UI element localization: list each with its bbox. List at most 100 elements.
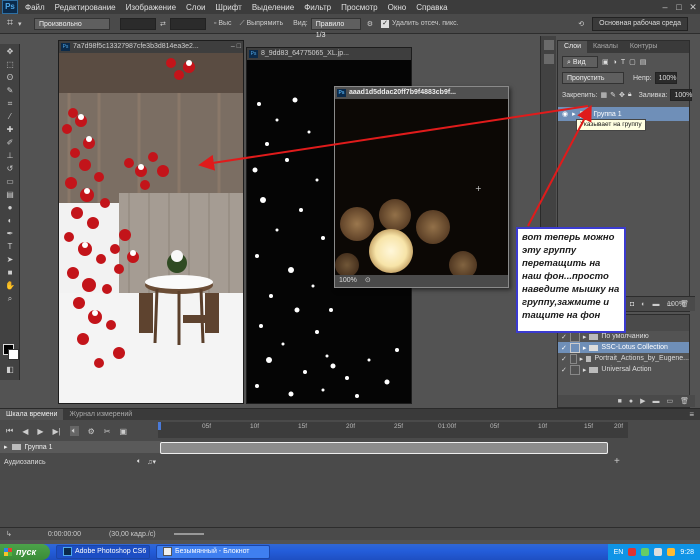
- menu-type[interactable]: Шрифт: [210, 3, 246, 12]
- blur-tool-icon[interactable]: ●: [3, 202, 17, 213]
- crop-tool-icon[interactable]: ⌗: [3, 98, 17, 109]
- stamp-tool-icon[interactable]: ⊥: [3, 150, 17, 161]
- blend-mode-select[interactable]: Пропустить: [562, 72, 624, 84]
- menu-file[interactable]: Файл: [20, 3, 50, 12]
- action-row-portrait[interactable]: ✓ ▸ Portrait_Actions_by_Eugene...: [558, 353, 689, 364]
- healing-tool-icon[interactable]: ✚: [3, 124, 17, 135]
- brush-tool-icon[interactable]: ✐: [3, 137, 17, 148]
- type-tool-icon[interactable]: T: [3, 241, 17, 252]
- taskbar-item-photoshop[interactable]: Adobe Photoshop CS6: [56, 545, 150, 559]
- clear-icon[interactable]: ▫: [214, 20, 216, 27]
- filter-smart-icon[interactable]: ▤: [640, 58, 647, 66]
- tool-preset-chevron-icon[interactable]: ▾: [18, 20, 28, 28]
- action-chevron-icon[interactable]: ▸: [583, 366, 587, 374]
- pen-tool-icon[interactable]: ✒: [3, 228, 17, 239]
- tray-app-icon[interactable]: [667, 548, 676, 556]
- action-toggle-icon[interactable]: [569, 331, 580, 342]
- taskbar-item-notepad[interactable]: Безымянный - Блокнот: [156, 545, 270, 559]
- action-toggle-icon[interactable]: [569, 342, 580, 353]
- add-mask-icon[interactable]: ◘: [630, 301, 634, 308]
- play-action-icon[interactable]: ▶: [640, 397, 645, 405]
- visibility-eye-icon[interactable]: ◉: [562, 110, 568, 118]
- properties-panel-icon[interactable]: [544, 54, 554, 64]
- stop-action-icon[interactable]: ■: [618, 398, 622, 405]
- audio-mute-icon[interactable]: 🔈︎: [137, 458, 141, 466]
- close-icon[interactable]: ✕: [686, 2, 700, 13]
- render-icon[interactable]: ↳: [6, 530, 12, 538]
- action-check-icon[interactable]: ✓: [561, 344, 567, 352]
- straighten-icon[interactable]: ⟋: [240, 20, 245, 28]
- height-field[interactable]: [169, 17, 206, 30]
- layer-filter-select[interactable]: ⌕ Вид: [562, 56, 598, 68]
- new-group-icon[interactable]: ▬: [652, 301, 659, 308]
- action-check-icon[interactable]: ✓: [561, 366, 567, 374]
- menu-view[interactable]: Просмотр: [336, 3, 383, 12]
- document-tab-bokeh[interactable]: Ps aaad1d5ddac20ff7b9f4883cb9f...: [335, 87, 508, 99]
- delete-pixels-checkbox[interactable]: ✓: [381, 19, 390, 28]
- path-select-tool-icon[interactable]: ➤: [3, 254, 17, 265]
- history-panel-icon[interactable]: [544, 40, 554, 50]
- menu-image[interactable]: Изображение: [121, 3, 181, 12]
- action-toggle-icon[interactable]: [569, 364, 580, 375]
- document-window-controls[interactable]: – □: [231, 41, 241, 53]
- track-group1[interactable]: ▸ Группа 1: [0, 441, 162, 453]
- tab-measurement-log[interactable]: Журнал измерений: [63, 409, 138, 420]
- filter-type-icon[interactable]: T: [621, 59, 625, 66]
- time-ruler[interactable]: 05f 10f 15f 20f 25f 01:00f 05f 10f 15f 2…: [158, 422, 628, 438]
- workspace-select[interactable]: Основная рабочая среда: [592, 16, 688, 31]
- eraser-tool-icon[interactable]: ▭: [3, 176, 17, 187]
- adjustment-layer-icon[interactable]: ◐: [641, 301, 645, 308]
- overlay-view-select[interactable]: Правило 1/3: [310, 17, 361, 39]
- settings-gear-icon[interactable]: ⚙: [88, 427, 95, 436]
- prev-frame-icon[interactable]: ◀: [22, 427, 28, 436]
- quick-mask-icon[interactable]: ◧: [3, 364, 17, 375]
- action-check-icon[interactable]: ✓: [561, 355, 567, 363]
- lasso-tool-icon[interactable]: ʘ: [3, 72, 17, 83]
- add-media-icon[interactable]: +: [614, 456, 620, 467]
- tray-volume-icon[interactable]: [654, 548, 663, 556]
- layer-name[interactable]: Группа 1: [594, 111, 622, 118]
- tray-shield-icon[interactable]: [628, 548, 637, 556]
- filter-shape-icon[interactable]: ▢: [629, 58, 636, 66]
- tab-paths[interactable]: Контуры: [624, 41, 663, 53]
- menu-filter[interactable]: Фильтр: [299, 3, 336, 12]
- audio-note-icon[interactable]: ♫▾: [147, 458, 156, 466]
- filter-pixel-icon[interactable]: ▣: [602, 58, 609, 66]
- language-indicator[interactable]: EN: [614, 549, 624, 556]
- tab-channels[interactable]: Каналы: [587, 41, 624, 53]
- settings-gear-icon[interactable]: ⚙: [367, 20, 373, 28]
- track-clip[interactable]: [160, 442, 608, 454]
- move-tool-icon[interactable]: ✥: [3, 46, 17, 57]
- lock-all-icon[interactable]: 🔒︎: [628, 91, 632, 99]
- action-row-universal[interactable]: ✓ ▸ Universal Action: [558, 364, 689, 375]
- fill-field[interactable]: 100%: [670, 89, 693, 101]
- gradient-tool-icon[interactable]: ▤: [3, 189, 17, 200]
- timeline-menu-icon[interactable]: ≡: [689, 410, 694, 419]
- lock-move-icon[interactable]: ✥: [619, 91, 625, 99]
- lock-transparent-icon[interactable]: ▦: [600, 91, 607, 99]
- new-set-icon[interactable]: ▬: [652, 398, 659, 405]
- new-action-icon[interactable]: ▭: [666, 397, 673, 405]
- maximize-icon[interactable]: □: [672, 2, 686, 13]
- document-tab-berries[interactable]: Ps 7a7d98f5c13327987cfe3b3d814ea3e2... –…: [59, 41, 243, 53]
- minimize-icon[interactable]: –: [658, 2, 672, 13]
- shape-tool-icon[interactable]: ■: [3, 267, 17, 278]
- opacity-field[interactable]: 100%: [654, 72, 677, 84]
- action-chevron-icon[interactable]: ▸: [583, 344, 587, 352]
- swap-dimensions-icon[interactable]: ⇄: [160, 20, 166, 28]
- document-tab-snow[interactable]: Ps 8_9dd83_64775065_XL.jp...: [247, 48, 411, 60]
- hand-tool-icon[interactable]: ✋: [3, 280, 17, 291]
- first-frame-icon[interactable]: ⏮︎: [6, 426, 13, 436]
- status-arrow-icon[interactable]: ⊙: [365, 277, 371, 284]
- history-brush-icon[interactable]: ↺: [3, 163, 17, 174]
- action-chevron-icon[interactable]: ▸: [583, 333, 587, 341]
- zoom-tool-icon[interactable]: ⌕: [3, 293, 17, 304]
- action-check-icon[interactable]: ✓: [561, 333, 567, 341]
- filter-adjust-icon[interactable]: ◑: [613, 59, 617, 66]
- zoom-level[interactable]: 100%: [339, 277, 357, 284]
- menu-select[interactable]: Выделение: [247, 3, 299, 12]
- eyedropper-tool-icon[interactable]: ⁄: [3, 111, 17, 122]
- menu-layers[interactable]: Слои: [181, 3, 210, 12]
- group-expand-chevron-icon[interactable]: ▸: [572, 110, 576, 118]
- menu-window[interactable]: Окно: [383, 3, 412, 12]
